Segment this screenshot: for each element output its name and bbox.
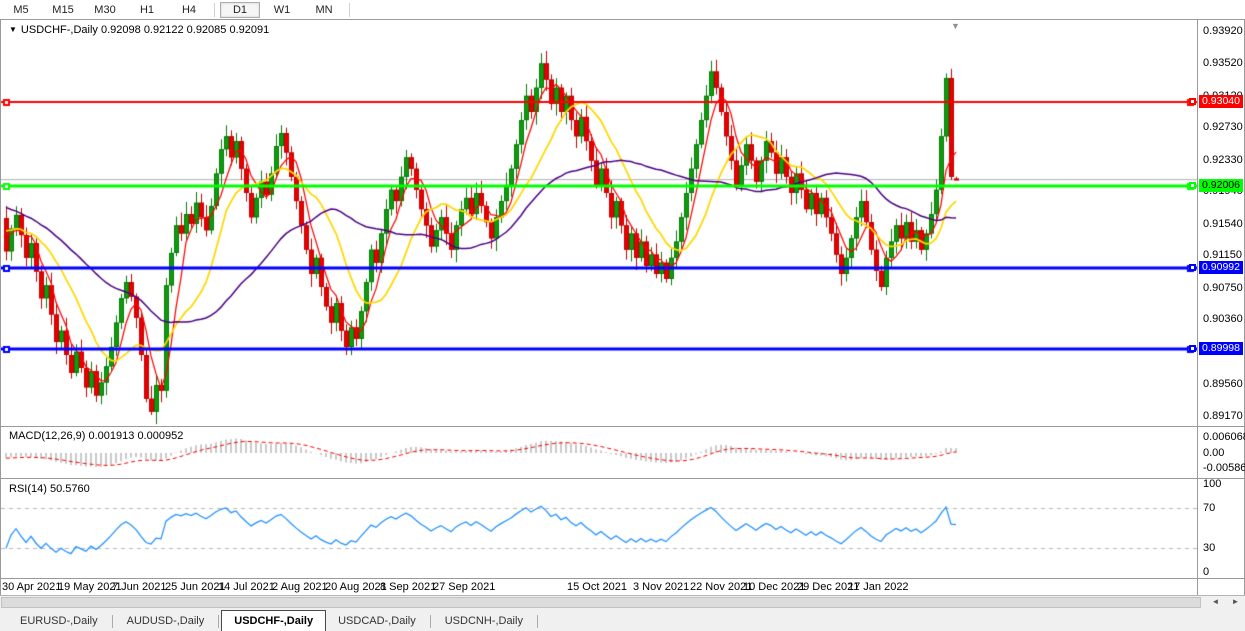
scroll-to-latest-icon[interactable]: ▼: [951, 21, 960, 31]
tab-divider: [537, 615, 538, 628]
hline-price-badge: 0.90992: [1199, 261, 1243, 274]
tab-divider: [218, 615, 219, 628]
rsi-dateaxis-divider: [0, 578, 1245, 579]
rsi-axis-tick: 30: [1203, 542, 1245, 554]
rsi-label-row: RSI(14) 50.5760: [9, 483, 90, 495]
tab-divider: [112, 615, 113, 628]
price-axis-tick: 0.90360: [1203, 313, 1245, 325]
price-axis-tick: 0.93520: [1203, 57, 1245, 69]
price-chart-canvas[interactable]: [1, 19, 1197, 578]
price-axis-tick: 0.91540: [1203, 218, 1245, 230]
hline-price-badge: 0.89998: [1199, 342, 1243, 355]
macd-main-value: 0.001913: [88, 430, 134, 442]
hline-price-badge: 0.93040: [1199, 95, 1243, 108]
tab-divider: [430, 615, 431, 628]
symbol-tab-usdcnh[interactable]: USDCNH-,Daily: [433, 612, 535, 631]
price-axis-tick: 0.89560: [1203, 378, 1245, 390]
date-axis-label: 2 Aug 2021: [272, 581, 328, 593]
macd-label: MACD(12,26,9): [9, 430, 85, 442]
price-axis-tick: 0.92730: [1203, 121, 1245, 133]
ohlc-high: 0.92122: [144, 24, 184, 36]
chart-symbol-label: USDCHF-,Daily: [21, 24, 98, 36]
macd-axis-tick: 0.006068: [1203, 431, 1245, 443]
timeframe-button-d1[interactable]: D1: [220, 2, 260, 18]
price-axis-tick: 0.93920: [1203, 25, 1245, 37]
rsi-axis-tick: 70: [1203, 502, 1245, 514]
macd-axis-tick: 0.00: [1203, 447, 1245, 459]
toolbar-divider: [214, 3, 215, 17]
symbol-tab-audusd[interactable]: AUDUSD-,Daily: [115, 612, 217, 631]
price-axis-tick: 0.90750: [1203, 282, 1245, 294]
rsi-axis-tick: 0: [1203, 566, 1245, 578]
date-axis-label: 15 Oct 2021: [567, 581, 627, 593]
hline-right-handle-icon[interactable]: [1189, 345, 1196, 352]
timeframe-button-m5[interactable]: M5: [1, 2, 41, 18]
ohlc-close: 0.92091: [229, 24, 269, 36]
chart-title: ▼ USDCHF-,Daily 0.92098 0.92122 0.92085 0…: [9, 24, 269, 36]
toolbar-divider: [349, 3, 350, 17]
macd-label-row: MACD(12,26,9) 0.001913 0.000952: [9, 430, 183, 442]
horizontal-scrollbar[interactable]: ◄ ►: [0, 595, 1245, 610]
date-axis-label: 25 Jun 2021: [165, 581, 226, 593]
ohlc-open: 0.92098: [101, 24, 141, 36]
date-axis-label: 8 Sep 2021: [380, 581, 436, 593]
symbol-tab-usdchf[interactable]: USDCHF-,Daily: [221, 610, 326, 631]
timeframe-button-w1[interactable]: W1: [262, 2, 302, 18]
timeframe-button-mn[interactable]: MN: [304, 2, 344, 18]
date-axis-label: 27 Sep 2021: [433, 581, 495, 593]
date-axis-label: 17 Jan 2022: [848, 581, 909, 593]
price-axis-tick: 0.89170: [1203, 410, 1245, 422]
trading-terminal: M5M15M30H1H4 D1W1MN ▼ USDCHF-,Daily 0.9209…: [0, 0, 1245, 631]
date-axis-label: 7 Jun 2021: [112, 581, 166, 593]
timeframe-button-m30[interactable]: M30: [85, 2, 125, 18]
macd-signal-value: 0.000952: [137, 430, 183, 442]
hline-price-badge: 0.92006: [1199, 179, 1243, 192]
macd-axis-tick: -0.005869: [1203, 462, 1245, 474]
scrollbar-thumb[interactable]: [1, 597, 1201, 608]
price-axis-tick: 0.91150: [1203, 249, 1245, 261]
symbol-tab-usdcad[interactable]: USDCAD-,Daily: [326, 612, 428, 631]
date-axis-label: 14 Jul 2021: [218, 581, 275, 593]
rsi-label: RSI(14): [9, 483, 47, 495]
symbol-tab-eurusd[interactable]: EURUSD-,Daily: [8, 612, 110, 631]
hline-right-handle-icon[interactable]: [1189, 264, 1196, 271]
price-axis-tick: 0.92330: [1203, 154, 1245, 166]
date-axis-label: 20 Aug 2021: [325, 581, 387, 593]
timeframe-button-h1[interactable]: H1: [127, 2, 167, 18]
rsi-axis-tick: 100: [1203, 478, 1245, 490]
ohlc-low: 0.92085: [187, 24, 227, 36]
date-axis-label: 3 Nov 2021: [633, 581, 689, 593]
timeframe-button-h4[interactable]: H4: [169, 2, 209, 18]
symbol-dropdown-icon[interactable]: ▼: [9, 25, 17, 34]
date-axis-label: 30 Apr 2021: [2, 581, 61, 593]
rsi-value: 50.5760: [50, 483, 90, 495]
scrollbar-right-arrow-icon[interactable]: ►: [1227, 596, 1244, 607]
timeframe-button-m15[interactable]: M15: [43, 2, 83, 18]
scrollbar-left-arrow-icon[interactable]: ◄: [1207, 596, 1224, 607]
price-axis-divider: [1197, 19, 1198, 595]
symbol-tab-bar: EURUSD-,DailyAUDUSD-,DailyUSDCHF-,DailyU…: [0, 609, 1245, 631]
hline-right-handle-icon[interactable]: [1189, 182, 1196, 189]
timeframe-toolbar: M5M15M30H1H4 D1W1MN: [0, 0, 1245, 19]
hline-right-handle-icon[interactable]: [1189, 98, 1196, 105]
